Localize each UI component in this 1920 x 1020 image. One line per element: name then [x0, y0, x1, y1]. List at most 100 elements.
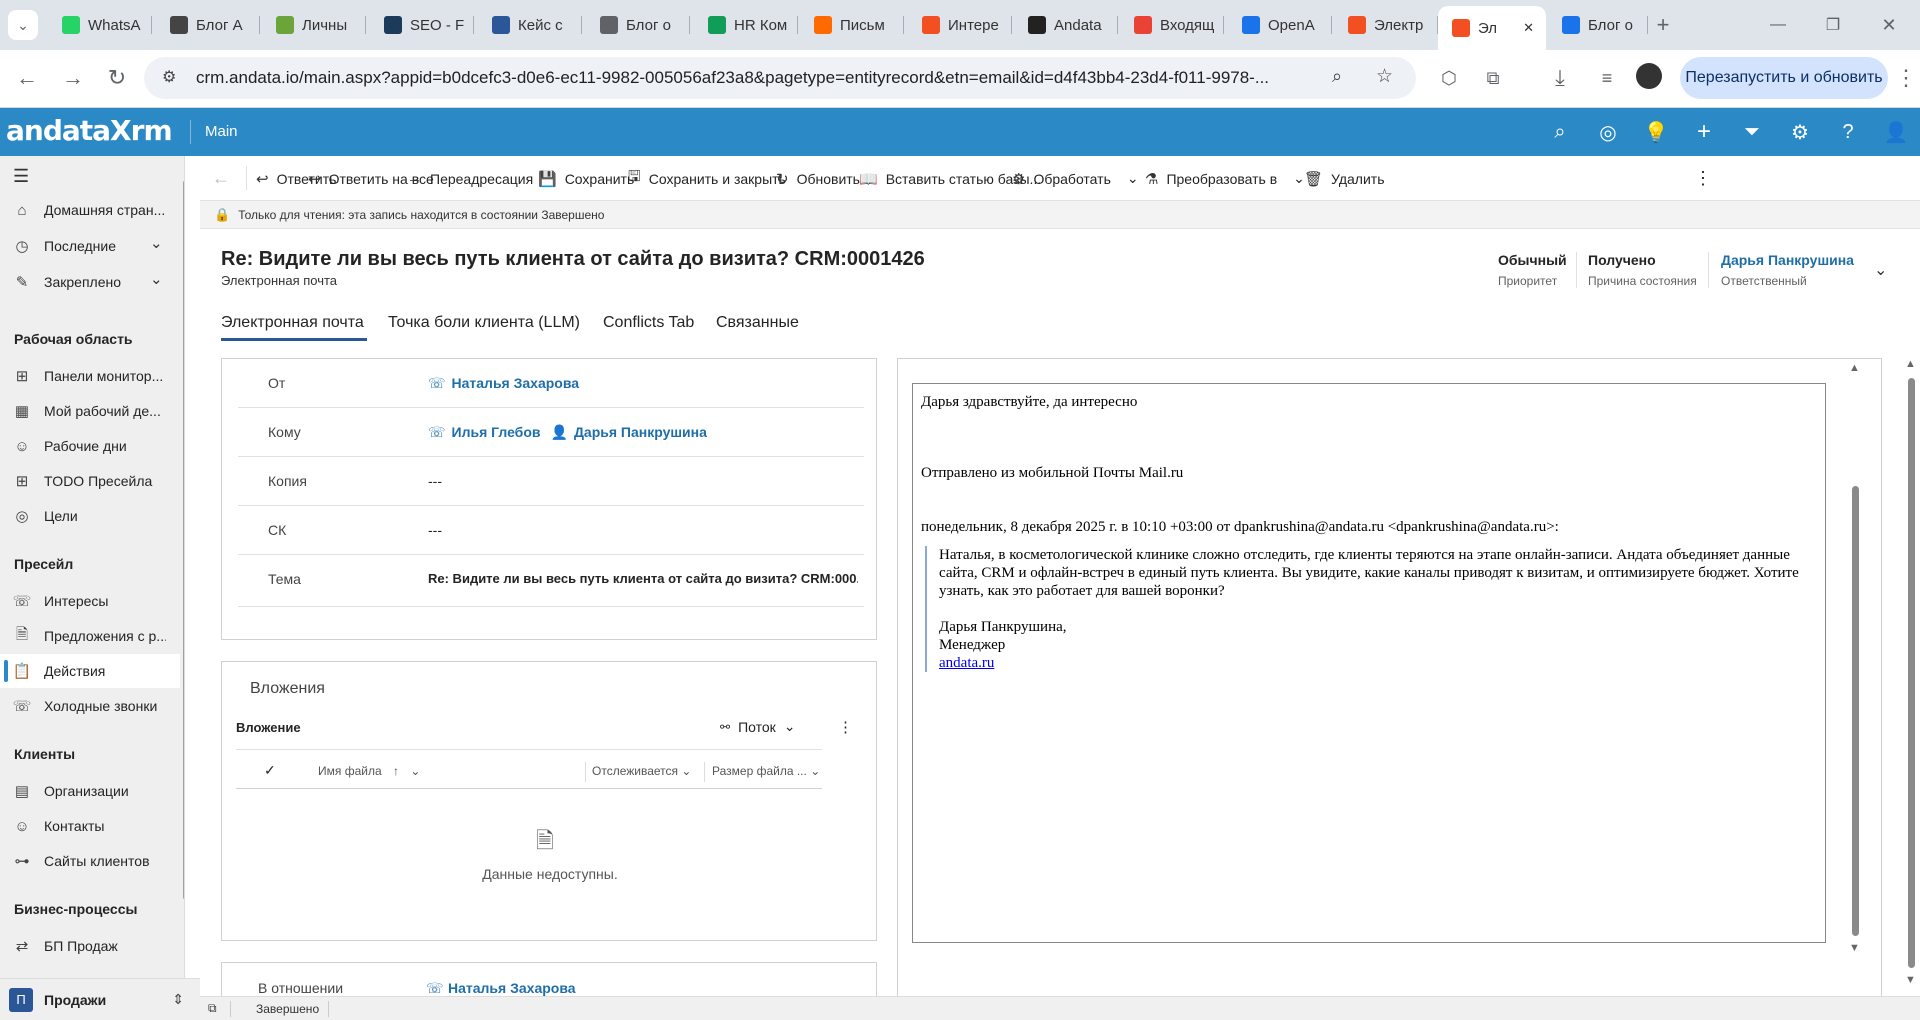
header-expand-chevron-icon[interactable]: ⌄ — [1874, 260, 1887, 280]
browser-tab[interactable]: Входящ — [1120, 8, 1224, 42]
area-switcher[interactable]: П Продажи ⇕ — [0, 978, 200, 1020]
page-scrollbar[interactable]: ▲ ▼ — [1904, 358, 1918, 994]
relaunch-button[interactable]: Перезапустить и обновить — [1680, 57, 1888, 99]
search-icon[interactable]: ⌕ — [1546, 118, 1574, 146]
reload-icon[interactable]: ↻ — [102, 63, 132, 93]
settings-gear-icon[interactable]: ⚙ — [1786, 118, 1814, 146]
chevron-down-icon[interactable]: ⌄ — [1127, 170, 1139, 187]
lightbulb-icon[interactable]: 💡 — [1642, 118, 1670, 146]
sidebar-item[interactable]: ⊶ Сайты клиентов — [0, 844, 180, 878]
browser-tab[interactable]: Кейс с — [478, 8, 582, 42]
sidebar-item[interactable]: ◷ Последние ⌄ — [0, 229, 180, 263]
sidebar-item[interactable]: 📋 Действия — [0, 654, 180, 688]
browser-tab[interactable]: Блог о — [1548, 8, 1648, 42]
header-field-owner[interactable]: Дарья Панкрушина Ответственный — [1721, 252, 1854, 288]
command-button[interactable]: 🖫 Сохранить и закрыть — [628, 156, 786, 201]
help-icon[interactable]: ? — [1834, 118, 1862, 146]
from-link[interactable]: Наталья Захарова — [452, 375, 580, 391]
to-link-1[interactable]: Илья Глебов — [452, 424, 541, 440]
browser-tab[interactable]: Личны — [262, 8, 366, 42]
sidebar-item[interactable]: ✎ Закреплено ⌄ — [0, 265, 180, 299]
email-inner-scrollbar[interactable]: ▲ ▼ — [1848, 362, 1862, 962]
plus-icon[interactable]: + — [1690, 118, 1718, 146]
andata-logo[interactable]: andataXrm — [6, 114, 173, 147]
command-button[interactable]: ⚙ Обработать ⌄ — [1012, 156, 1139, 201]
sidebar-scrollbar[interactable]: ▲ ▼ — [180, 156, 184, 971]
sidebar-item[interactable]: ☏ Интересы — [0, 584, 180, 618]
tab-search-icon[interactable]: ⌄ — [8, 10, 38, 40]
back-icon[interactable]: ← — [12, 63, 42, 93]
forward-icon[interactable]: → — [58, 63, 88, 93]
sidebar-item[interactable]: ☺ Рабочие дни — [0, 429, 180, 463]
grid-more-icon[interactable]: ⋮ — [838, 718, 853, 736]
chevron-down-icon[interactable]: ⌄ — [150, 234, 163, 252]
browser-tab[interactable]: Электр — [1334, 8, 1438, 42]
column-tracked[interactable]: Отслеживается ⌄ — [592, 764, 691, 778]
close-window-icon[interactable]: ✕ — [1874, 10, 1904, 40]
browser-menu-icon[interactable]: ⋮ — [1891, 63, 1920, 93]
close-tab-icon[interactable]: ✕ — [1523, 20, 1534, 36]
new-tab-icon[interactable]: + — [1648, 10, 1678, 40]
form-tab[interactable]: Связанные — [716, 314, 799, 332]
sidebar-item[interactable]: ⊞ Панели монитор... — [0, 359, 180, 393]
more-commands-icon[interactable]: ⋮ — [1694, 156, 1712, 201]
sidebar-item[interactable]: ☺ Контакты — [0, 809, 180, 843]
quoted-signature-link[interactable]: andata.ru — [939, 654, 1805, 672]
column-file-name[interactable]: Имя файла ↑ ⌄ — [318, 764, 420, 778]
user-icon[interactable]: 👤 — [1882, 118, 1910, 146]
browser-tab[interactable]: Письм — [800, 8, 904, 42]
bookmark-star-icon[interactable]: ☆ — [1376, 65, 1393, 88]
regarding-link[interactable]: Наталья Захарова — [448, 980, 576, 996]
task-check-icon[interactable]: ◎ — [1594, 118, 1622, 146]
restore-icon[interactable]: ❐ — [1818, 10, 1848, 40]
form-tab[interactable]: Точка боли клиента (LLM) — [388, 314, 580, 332]
email-body-frame[interactable]: Дарья здравствуйте, да интересно Отправл… — [912, 383, 1826, 943]
browser-tab[interactable]: WhatsA — [48, 8, 152, 42]
sidebar-item[interactable]: ▤ Организации — [0, 774, 180, 808]
browser-tab[interactable]: HR Ком — [694, 8, 798, 42]
browser-tab[interactable]: Интере — [908, 8, 1012, 42]
to-link-2[interactable]: Дарья Панкрушина — [574, 424, 707, 440]
command-button[interactable]: 💾 Сохранить — [538, 156, 634, 201]
hamburger-menu-icon[interactable]: ☰ — [13, 166, 29, 187]
chevron-down-icon[interactable]: ⌄ — [150, 270, 163, 288]
sidebar-item[interactable]: ☏ Холодные звонки — [0, 689, 180, 723]
browser-tab[interactable]: Andata — [1014, 8, 1118, 42]
browser-tab[interactable]: OpenA — [1228, 8, 1332, 42]
site-info-icon[interactable]: ⚙ — [162, 67, 176, 87]
extension-icon[interactable]: ⬡ — [1434, 63, 1464, 93]
zoom-icon[interactable]: ⌕ — [1332, 66, 1342, 87]
command-button[interactable]: ↻ Обновить — [776, 156, 860, 201]
form-tab[interactable]: Электронная почта — [221, 314, 364, 332]
address-bar[interactable]: ⚙ crm.andata.io/main.aspx?appid=b0dcefc3… — [144, 57, 1416, 99]
sidebar-item[interactable]: ⇄ БП Продаж — [0, 929, 180, 963]
header-field-priority[interactable]: Обычный Приоритет — [1498, 252, 1567, 288]
browser-tab[interactable]: Эл ✕ — [1438, 6, 1546, 50]
header-field-status-reason[interactable]: Получено Причина состояния — [1588, 252, 1697, 288]
browser-tab[interactable]: Блог А — [156, 8, 260, 42]
sidebar-item[interactable]: ⌂ Домашняя стран... — [0, 193, 180, 227]
command-button[interactable]: → Переадресация — [407, 156, 533, 201]
media-control-icon[interactable]: ≡ — [1592, 63, 1622, 93]
url-text[interactable]: crm.andata.io/main.aspx?appid=b0dcefc3-d… — [196, 68, 1356, 88]
popout-icon[interactable]: ⧉ — [208, 1001, 217, 1016]
sidebar-item[interactable]: 🗎 Предложения с р... — [0, 619, 180, 653]
app-name[interactable]: Main — [205, 123, 238, 140]
browser-tab[interactable]: SEO - F — [370, 8, 474, 42]
command-button[interactable]: 🗑 Удалить — [1304, 156, 1385, 201]
filter-icon[interactable]: ⏷ — [1738, 118, 1766, 146]
profile-avatar[interactable] — [1636, 63, 1662, 89]
minimize-icon[interactable]: — — [1763, 10, 1793, 40]
sidebar-item[interactable]: ◎ Цели — [0, 499, 180, 533]
download-icon[interactable]: ⤓ — [1545, 63, 1575, 93]
browser-tab[interactable]: Блог о — [586, 8, 690, 42]
select-all-checkbox[interactable]: ✓ — [264, 762, 276, 779]
flow-button[interactable]: ⚯ Поток ⌄ — [720, 718, 796, 735]
form-tab[interactable]: Conflicts Tab — [603, 314, 694, 332]
sidebar-item[interactable]: ⊞ TODO Пресейла — [0, 464, 180, 498]
column-file-size[interactable]: Размер файла ... ⌄ — [712, 764, 820, 778]
sidebar-item[interactable]: ▦ Мой рабочий де... — [0, 394, 180, 428]
command-button[interactable]: ⚗ Преобразовать в ⌄ — [1145, 156, 1305, 201]
puzzle-extensions-icon[interactable]: ⧉ — [1478, 63, 1508, 93]
back-arrow-button[interactable]: ← — [212, 156, 230, 201]
